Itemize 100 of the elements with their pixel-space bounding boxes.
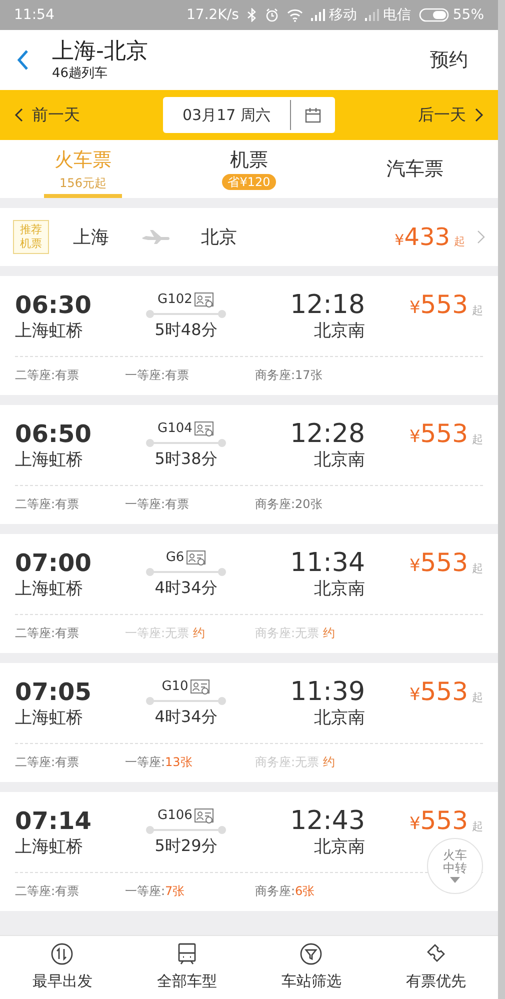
departure-time: 07:05 [15,678,92,706]
ticket-price: ¥553 [409,807,468,837]
arrival-time: 11:34 [290,549,365,577]
departure-station: 上海虹桥 [15,578,84,601]
bluetooth-icon [246,8,257,22]
caret-down-icon [450,877,460,883]
calendar-icon [304,106,322,124]
departure-time: 06:50 [15,420,92,448]
train-number: G106 [158,807,192,826]
nav-item[interactable]: 全部车型 [124,936,249,999]
route-line-icon [145,825,227,835]
seat-availability: 商务座:17张 [255,367,322,384]
nav-item[interactable]: 车站筛选 [249,936,374,999]
network-speed: 17.2K/s [186,6,239,24]
carrier-name: 移动 [328,6,357,24]
travel-duration: 4时34分 [154,577,218,599]
alarm-icon [264,8,279,22]
departure-time: 06:30 [15,291,92,319]
signal-icon [310,9,325,21]
id-card-icon [190,679,210,695]
arrival-station: 北京南 [314,578,365,601]
seat-availability: 二等座:有票 [15,496,80,513]
status-time: 11:54 [14,6,54,24]
seat-availability: 一等座:13张 [125,754,192,771]
price-suffix: 起 [472,432,483,448]
recommend-tag: 推荐机票 [13,220,49,254]
next-day-button[interactable]: 后一天 [418,103,484,127]
arrival-station: 北京南 [314,707,365,730]
departure-time: 07:00 [15,549,92,577]
id-card-icon [186,550,206,566]
flight-card[interactable]: 推荐机票 上海 北京 ¥433 起 [0,208,498,266]
departure-station: 上海虹桥 [15,707,84,730]
train-number: G102 [158,291,192,310]
battery-level: 55% [452,6,484,24]
seat-availability: 一等座:有票 [125,367,190,384]
train-number: G10 [162,678,188,696]
route-line-icon [145,309,227,319]
battery-icon [418,8,449,22]
date-picker[interactable]: 03月17 周六 [163,97,335,133]
page-title: 上海-北京 [52,38,149,66]
travel-duration: 5时48分 [154,319,218,341]
travel-duration: 4时34分 [154,706,218,728]
seat-availability: 商务座:20张 [255,496,322,513]
chevron-right-icon [477,230,485,244]
train-number: G6 [166,549,184,568]
arrival-station: 北京南 [314,836,365,859]
seat-availability: 一等座:有票 [125,496,190,513]
train-number: G104 [158,420,192,438]
train-card[interactable]: 06:50 上海虹桥 G104 5时38分 12:28 北京南 ¥553 起 二等座:有票 一等座:有票 商务座:20张 [0,405,498,524]
flight-price: ¥433 起 [394,222,465,253]
route-line-icon [145,438,227,448]
route-line-icon [145,567,227,577]
back-icon[interactable] [16,49,30,71]
filter-icon [299,942,324,966]
arrival-station: 北京南 [314,320,365,343]
arrival-time: 12:28 [290,420,365,448]
nav-item[interactable]: 最早出发 [0,936,124,999]
price-suffix: 起 [472,690,483,706]
previous-day-button[interactable]: 前一天 [14,103,80,127]
travel-duration: 5时29分 [154,835,218,857]
departure-time: 07:14 [15,807,92,835]
airplane-icon [140,230,170,244]
seat-availability: 二等座:有票 [15,625,80,642]
seat-availability: 二等座:有票 [15,754,80,771]
train-count: 46趟列车 [52,66,109,82]
nav-item[interactable]: 有票优先 [374,936,498,999]
arrival-station: 北京南 [314,449,365,472]
price-hint: 156元起 [60,174,106,190]
ticket-price: ¥553 [409,291,468,321]
id-card-icon [194,292,214,308]
arrival-time: 12:18 [290,291,365,319]
seat-availability: 商务座:6张 [255,883,315,900]
id-card-icon [194,421,214,437]
ticket-price: ¥553 [409,420,468,450]
price-suffix: 起 [472,819,483,835]
savings-badge: 省¥120 [222,174,276,190]
signal-icon [364,9,379,21]
transport-tab[interactable]: 机票 省¥120 [166,140,332,198]
departure-station: 上海虹桥 [15,836,84,859]
train-card[interactable]: 06:30 上海虹桥 G102 5时48分 12:18 北京南 ¥553 起 二等座:有票 一等座:有票 商务座:17张 [0,276,498,395]
ticket-price: ¥553 [409,549,468,579]
destination-city: 北京 [201,226,237,250]
seat-availability: 二等座:有票 [15,367,80,384]
chevron-left-icon [14,107,24,123]
arrival-time: 12:43 [290,807,365,835]
arrival-time: 11:39 [290,678,365,706]
seat-availability: 二等座:有票 [15,883,80,900]
ticket-price: ¥553 [409,678,468,708]
origin-city: 上海 [73,226,109,250]
transport-tab[interactable]: 汽车票 [332,140,498,198]
price-suffix: 起 [472,561,483,577]
departure-station: 上海虹桥 [15,449,84,472]
travel-duration: 5时38分 [154,448,218,470]
reserve-button[interactable]: 预约 [430,46,482,74]
id-card-icon [194,808,214,824]
departure-station: 上海虹桥 [15,320,84,343]
carrier-name: 电信 [382,6,411,24]
wifi-icon [286,8,303,22]
route-line-icon [145,696,227,706]
price-suffix: 起 [472,303,483,319]
